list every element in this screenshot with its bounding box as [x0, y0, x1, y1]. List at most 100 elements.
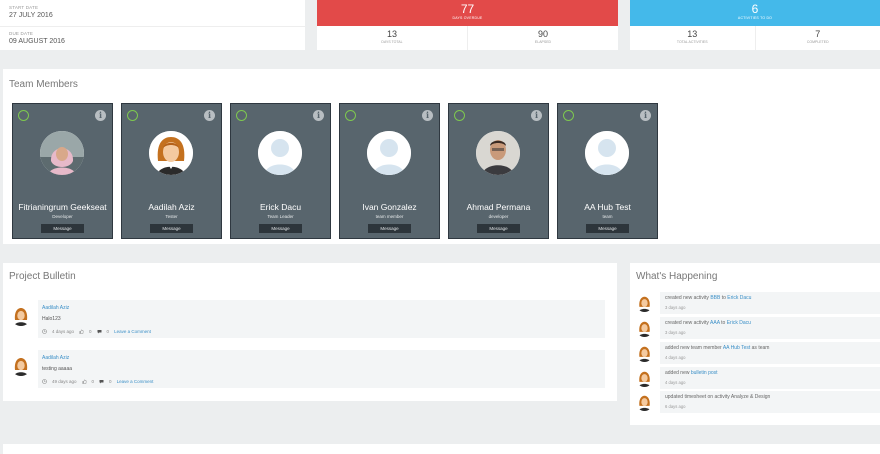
member-role: team member [375, 214, 404, 219]
avatar [636, 394, 653, 411]
comment-count: 0 [109, 379, 112, 384]
member-role: Tester [165, 214, 178, 219]
team-member-card[interactable]: i Aadilah Aziz Tester Message [121, 103, 222, 239]
avatar [258, 131, 302, 175]
leave-comment-link[interactable]: Leave a Comment [114, 329, 151, 334]
start-date-label: START DATE [9, 5, 39, 10]
avatar [636, 345, 653, 362]
post-author-link[interactable]: Aadilah Aziz [42, 355, 69, 361]
member-name: Aadilah Aziz [148, 202, 195, 212]
activities-stat: 6 ACTIVITIES TO DO 13 TOTAL ACTIVITIES 7… [630, 0, 880, 50]
activity-item: added new team member AA Hub Test as tea… [634, 342, 880, 364]
team-member-card[interactable]: i Fitrianingrum Geekseat Developer Message [12, 103, 113, 239]
activity-text: added new bulletin post [665, 370, 718, 376]
info-icon[interactable]: i [204, 110, 215, 121]
activity-link[interactable]: AAA [710, 320, 720, 326]
overdue-stat: 77 DAYS OVERDUE 13 DAYS TOTAL 90 ELAPSED [317, 0, 618, 50]
avatar [476, 131, 520, 175]
start-date: START DATE 27 JULY 2016 [9, 5, 53, 19]
activity-time: 3 days ago [665, 305, 686, 310]
member-role: team [602, 214, 613, 219]
activity-link[interactable]: AA Hub Test [723, 345, 750, 351]
elapsed-value: 90 [537, 29, 548, 39]
post-author-link[interactable]: Aadilah Aziz [42, 305, 69, 311]
whats-happening-title: What's Happening [636, 271, 718, 282]
total-activities-label: TOTAL ACTIVITIES [676, 40, 708, 44]
comment-icon [97, 330, 102, 334]
info-icon[interactable]: i [422, 110, 433, 121]
info-icon[interactable]: i [95, 110, 106, 121]
thumbs-up-icon[interactable] [81, 379, 87, 384]
activity-action: created new activity [665, 295, 711, 301]
activities-header: 6 ACTIVITIES TO DO [630, 0, 880, 26]
overdue-value: 77 [460, 2, 475, 16]
dates-panel: START DATE 27 JULY 2016 DUE DATE 09 AUGU… [0, 0, 305, 50]
leave-comment-link[interactable]: Leave a Comment [117, 379, 154, 384]
activity-text: added new team member AA Hub Test as tea… [665, 345, 769, 351]
like-count: 0 [91, 379, 95, 384]
due-date-value: 09 AUGUST 2016 [9, 38, 65, 45]
activity-action: added new [665, 370, 691, 376]
overdue-label: DAYS OVERDUE [452, 16, 483, 20]
info-icon[interactable]: i [313, 110, 324, 121]
activity-link[interactable]: BBB [710, 295, 720, 301]
project-bulletin-panel: Project Bulletin Aadilah Aziz Halo123 4 da… [3, 263, 617, 401]
completed-cell: 7 COMPLETED [756, 26, 880, 50]
post-body: Aadilah Aziz testing aaaaa 49 days ago 0 0 Le… [38, 350, 605, 388]
activity-connector: to [719, 320, 727, 326]
online-status-icon [18, 110, 29, 121]
activity-text: created new activity AAA to Erick Dacu [665, 320, 751, 326]
clock-icon [42, 379, 47, 384]
completed-label: COMPLETED [806, 40, 829, 44]
post-time: 49 days ago [52, 379, 77, 384]
like-count: 0 [89, 329, 92, 334]
activity-time: 3 days ago [665, 330, 686, 335]
team-member-card[interactable]: i Ahmad Permana developer Message [448, 103, 549, 239]
completed-value: 7 [815, 29, 821, 39]
elapsed-cell: 90 ELAPSED [468, 26, 618, 50]
online-status-icon [236, 110, 247, 121]
message-button[interactable]: Message [41, 224, 84, 233]
team-members-panel: Team Members i Fitrianingrum Geekseat Deve… [3, 69, 880, 244]
activity-body: created new activity AAA to Erick Dacu 3 … [660, 317, 880, 339]
start-date-value: 27 JULY 2016 [9, 12, 53, 19]
online-status-icon [127, 110, 138, 121]
message-button[interactable]: Message [586, 224, 629, 233]
due-date-label: DUE DATE [9, 31, 34, 36]
team-member-card[interactable]: i AA Hub Test team Message [557, 103, 658, 239]
online-status-icon [454, 110, 465, 121]
message-button[interactable]: Message [150, 224, 193, 233]
activity-time: 4 days ago [665, 380, 686, 385]
activity-item: added new bulletin post 4 days ago [634, 367, 880, 389]
message-button[interactable]: Message [259, 224, 302, 233]
next-section-panel [3, 444, 880, 454]
days-total-cell: 13 DAYS TOTAL [317, 26, 468, 50]
activity-user-link[interactable]: Erick Dacu [727, 320, 751, 326]
team-member-card[interactable]: i Ivan Gonzalez team member Message [339, 103, 440, 239]
comment-count: 0 [106, 329, 110, 334]
member-name: AA Hub Test [584, 202, 631, 212]
whats-happening-panel: What's Happening created new activity BB… [630, 263, 880, 425]
avatar [11, 306, 31, 326]
due-date: DUE DATE 09 AUGUST 2016 [9, 31, 65, 45]
post-time: 4 days ago [52, 329, 75, 334]
thumbs-up-icon[interactable] [79, 329, 84, 334]
activity-user-link[interactable]: Erick Dacu [727, 295, 751, 301]
info-icon[interactable]: i [640, 110, 651, 121]
message-button[interactable]: Message [477, 224, 520, 233]
days-total-value: 13 [386, 29, 397, 39]
activity-body: added new bulletin post 4 days ago [660, 367, 880, 389]
avatar [636, 295, 653, 312]
post-text: testing aaaaa [42, 366, 73, 372]
message-button[interactable]: Message [368, 224, 411, 233]
member-role: Team Leader [267, 214, 294, 219]
avatar [636, 320, 653, 337]
activity-text: created new activity BBB to Erick Dacu [665, 295, 751, 301]
member-name: Ivan Gonzalez [362, 202, 417, 212]
avatar [149, 131, 193, 175]
activity-link[interactable]: bulletin post [691, 370, 718, 376]
overdue-header: 77 DAYS OVERDUE [317, 0, 618, 26]
team-member-card[interactable]: i Erick Dacu Team Leader Message [230, 103, 331, 239]
total-activities-value: 13 [687, 29, 698, 39]
info-icon[interactable]: i [531, 110, 542, 121]
